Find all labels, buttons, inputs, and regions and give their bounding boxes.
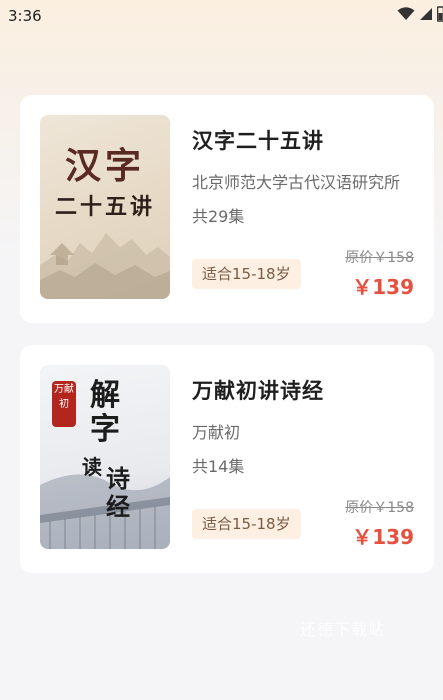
cover-title: 汉字 xyxy=(64,145,145,187)
original-price: 原价￥158 xyxy=(345,250,414,266)
sale-price: ￥139 xyxy=(352,525,414,549)
cover-subtitle: 二十五讲 xyxy=(54,194,155,220)
course-cover-image[interactable]: 汉字 二十五讲 xyxy=(40,115,170,299)
course-cover-image[interactable]: 万献初 解字 读 诗经 xyxy=(40,365,170,549)
cover-title-read: 读 xyxy=(82,455,102,479)
course-title[interactable]: 万献初讲诗经 xyxy=(192,375,324,405)
status-bar: 3:36 xyxy=(0,0,443,34)
age-tag: 适合15-18岁 xyxy=(192,259,301,289)
cover-title: 解字 xyxy=(90,378,120,447)
status-icons xyxy=(397,6,443,22)
episode-count: 共29集 xyxy=(192,207,245,226)
sale-price: ￥139 xyxy=(352,275,414,299)
course-title[interactable]: 汉字二十五讲 xyxy=(192,125,324,155)
author-seal: 万献初 xyxy=(52,381,76,427)
status-time: 3:36 xyxy=(8,7,42,25)
age-tag: 适合15-18岁 xyxy=(192,509,301,539)
original-price: 原价￥158 xyxy=(345,500,414,516)
course-card[interactable]: 汉字 二十五讲 汉字二十五讲 北京师范大学古代汉语研究所 共29集 适合15-1… xyxy=(20,95,434,323)
watermark: 还德下载站 xyxy=(300,620,386,639)
course-author: 万献初 xyxy=(192,423,241,442)
wifi-icon xyxy=(397,7,415,21)
signal-icon xyxy=(419,7,433,21)
battery-icon xyxy=(437,6,443,22)
cover-title-book: 诗经 xyxy=(106,464,130,521)
course-author: 北京师范大学古代汉语研究所 xyxy=(192,173,401,192)
episode-count: 共14集 xyxy=(192,457,245,476)
course-card[interactable]: 万献初 解字 读 诗经 万献初讲诗经 万献初 共14集 适合15-18岁 原价￥… xyxy=(20,345,434,573)
